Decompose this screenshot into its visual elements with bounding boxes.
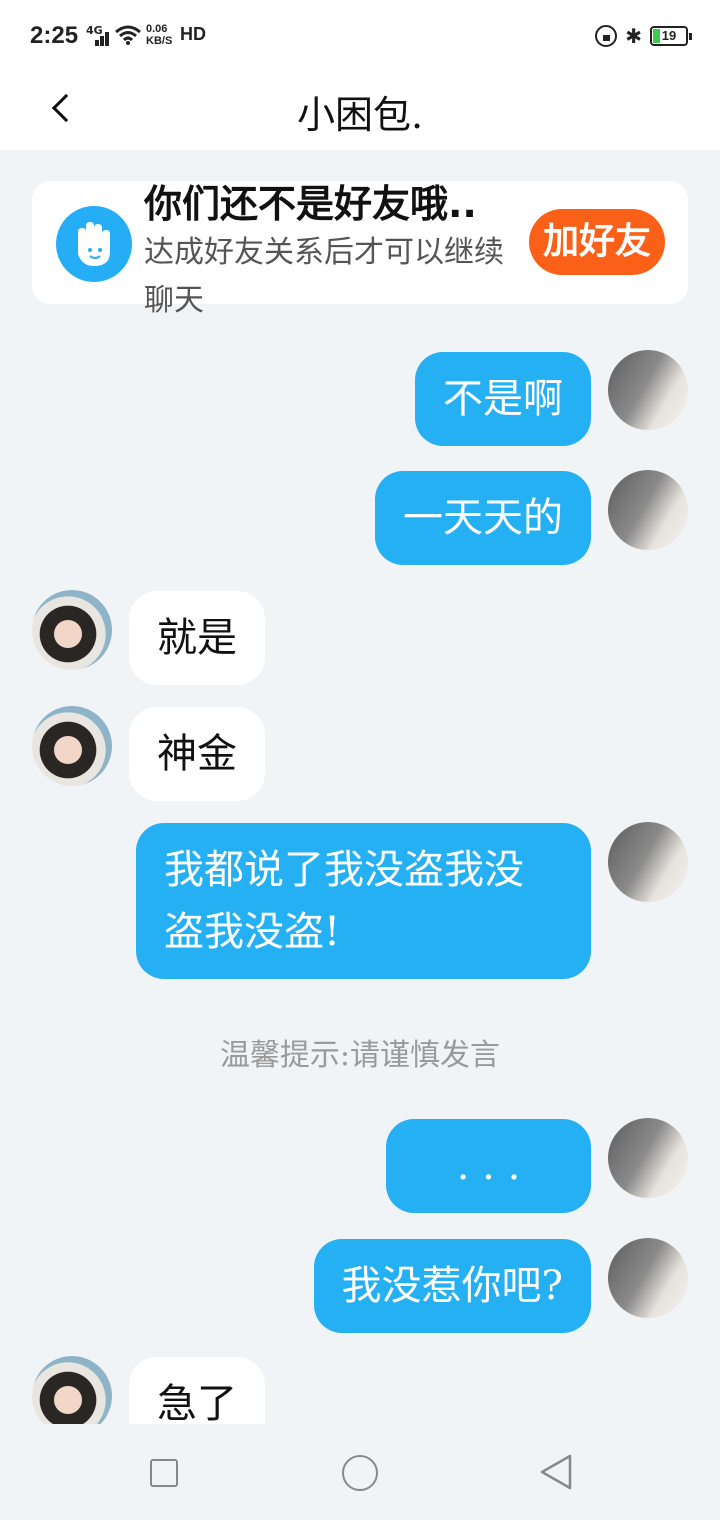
hd-icon: HD: [180, 24, 206, 44]
add-friend-button[interactable]: 加好友: [529, 209, 665, 275]
battery-icon: 19: [650, 26, 692, 46]
status-bar: 2:25 4G 0.06 KB/S HD ✱ 19: [0, 0, 720, 70]
status-icons: ✱ 19: [595, 24, 692, 48]
avatar-self[interactable]: [608, 1118, 688, 1198]
avatar-self[interactable]: [608, 350, 688, 430]
wifi-icon: [115, 25, 141, 45]
chat-header: 小困包.: [0, 70, 720, 150]
bluetooth-icon: ✱: [625, 24, 642, 48]
avatar-self[interactable]: [608, 470, 688, 550]
message-bubble[interactable]: 我没惹你吧?: [313, 1239, 591, 1333]
avatar-self[interactable]: [608, 822, 688, 902]
network-speed: 0.06 KB/S: [146, 23, 172, 47]
hand-icon: [56, 206, 132, 282]
lock-rotation-icon: [595, 25, 618, 47]
avatar-contact[interactable]: [32, 706, 112, 786]
friend-notice-card: 你们还不是好友哦.. 达成好友关系后才可以继续聊天 加好友: [32, 181, 688, 318]
avatar-contact[interactable]: [32, 590, 112, 670]
back-nav-icon[interactable]: [538, 1452, 574, 1492]
status-time: 2:25: [30, 22, 79, 49]
friend-notice-title: 你们还不是好友哦..: [144, 182, 477, 226]
avatar-self[interactable]: [608, 1238, 688, 1318]
message-bubble[interactable]: 我都说了我没盗我没盗我没盗!: [136, 823, 591, 979]
system-nav-bar: [0, 1424, 720, 1520]
message-bubble[interactable]: 神金: [129, 707, 265, 801]
speed-unit: KB/S: [146, 35, 173, 47]
message-bubble[interactable]: 就是: [129, 591, 265, 685]
speed-value: 0.06: [146, 23, 168, 35]
system-notice: 温馨提示:请谨慎发言: [219, 1038, 501, 1073]
home-icon[interactable]: [342, 1455, 378, 1491]
signal-icon: [87, 30, 109, 46]
recent-apps-icon[interactable]: [150, 1459, 178, 1487]
chat-title: 小困包.: [296, 93, 424, 137]
message-bubble[interactable]: 不是啊: [415, 352, 591, 446]
friend-notice-description: 达成好友关系后才可以继续聊天: [144, 235, 504, 318]
message-bubble[interactable]: . . .: [386, 1119, 591, 1213]
message-bubble[interactable]: 一天天的: [375, 471, 591, 565]
